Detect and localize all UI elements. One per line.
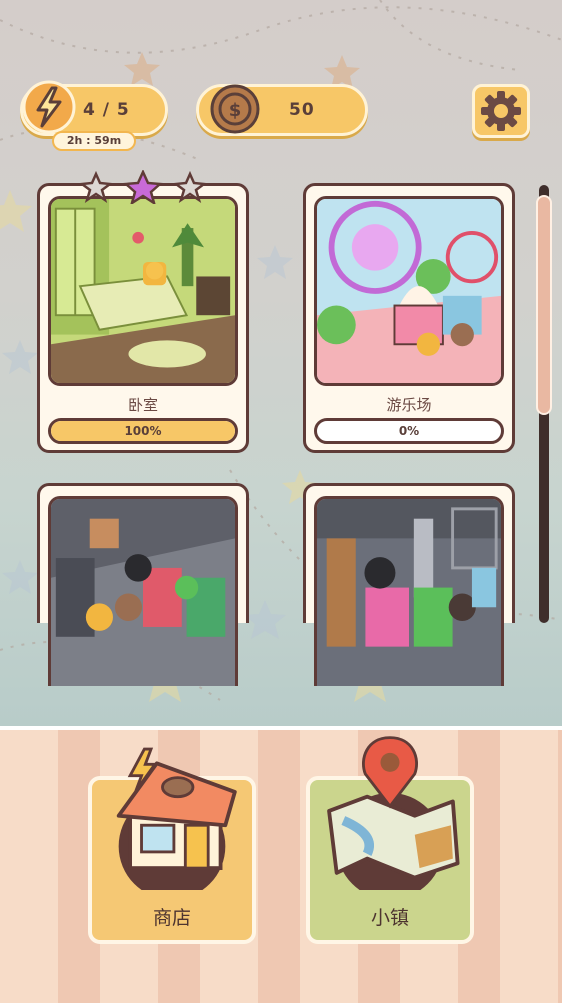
level-stars	[78, 170, 208, 204]
level-card-amusement-park[interactable]: 游乐场 0%	[303, 183, 515, 453]
level-card-bedroom[interactable]: 卧室 100%	[37, 183, 249, 453]
level-select-scene: 4 / 5 2h : 59m 50 $ 卧室 100% 游乐场 0%	[0, 0, 562, 726]
level-progress-text: 0%	[398, 424, 420, 438]
level-list-scrollbar[interactable]	[536, 185, 552, 623]
energy-timer: 2h : 59m	[52, 131, 136, 151]
map-pin-icon	[327, 736, 460, 890]
level-name: 卧室	[127, 396, 158, 414]
bg-star-icon	[244, 600, 286, 639]
gear-icon	[481, 91, 521, 131]
level-thumbnail	[314, 496, 504, 686]
coin-icon: $	[210, 84, 260, 134]
energy-value: 4 / 5	[83, 100, 130, 120]
town-button[interactable]: 小镇	[306, 736, 474, 944]
level-progress-bar: 0%	[314, 418, 504, 444]
star-earned-icon	[122, 170, 164, 204]
settings-button[interactable]	[472, 84, 530, 138]
bg-star-icon	[2, 560, 38, 594]
coin-value: 50	[289, 100, 315, 120]
level-card-alley[interactable]	[303, 483, 515, 686]
bg-star-icon	[257, 245, 293, 279]
bedroom-scene-image	[51, 199, 235, 383]
level-card-garage[interactable]	[37, 483, 249, 686]
star-empty-icon	[78, 170, 114, 203]
svg-text:$: $	[229, 100, 242, 121]
bg-star-icon	[0, 190, 32, 232]
bg-star-icon	[2, 340, 38, 374]
level-progress-bar: 100%	[48, 418, 238, 444]
level-name: 游乐场	[386, 396, 432, 414]
bottom-nav: 商店 小镇	[0, 726, 562, 1003]
alley-scene-image	[317, 499, 501, 686]
shop-house-icon	[116, 747, 237, 890]
garage-scene-image	[51, 499, 235, 686]
bg-star-icon	[124, 52, 160, 86]
lightning-icon	[22, 80, 76, 134]
level-progress-text: 100%	[124, 424, 162, 438]
level-thumbnail	[48, 196, 238, 386]
level-thumbnail	[314, 196, 504, 386]
town-label: 小镇	[370, 907, 409, 929]
scrollbar-thumb[interactable]	[536, 195, 552, 415]
level-thumbnail	[48, 496, 238, 686]
amusement-park-scene-image	[317, 199, 501, 383]
star-empty-icon	[172, 170, 208, 203]
shop-label: 商店	[152, 907, 191, 929]
shop-button[interactable]: 商店	[88, 747, 256, 944]
